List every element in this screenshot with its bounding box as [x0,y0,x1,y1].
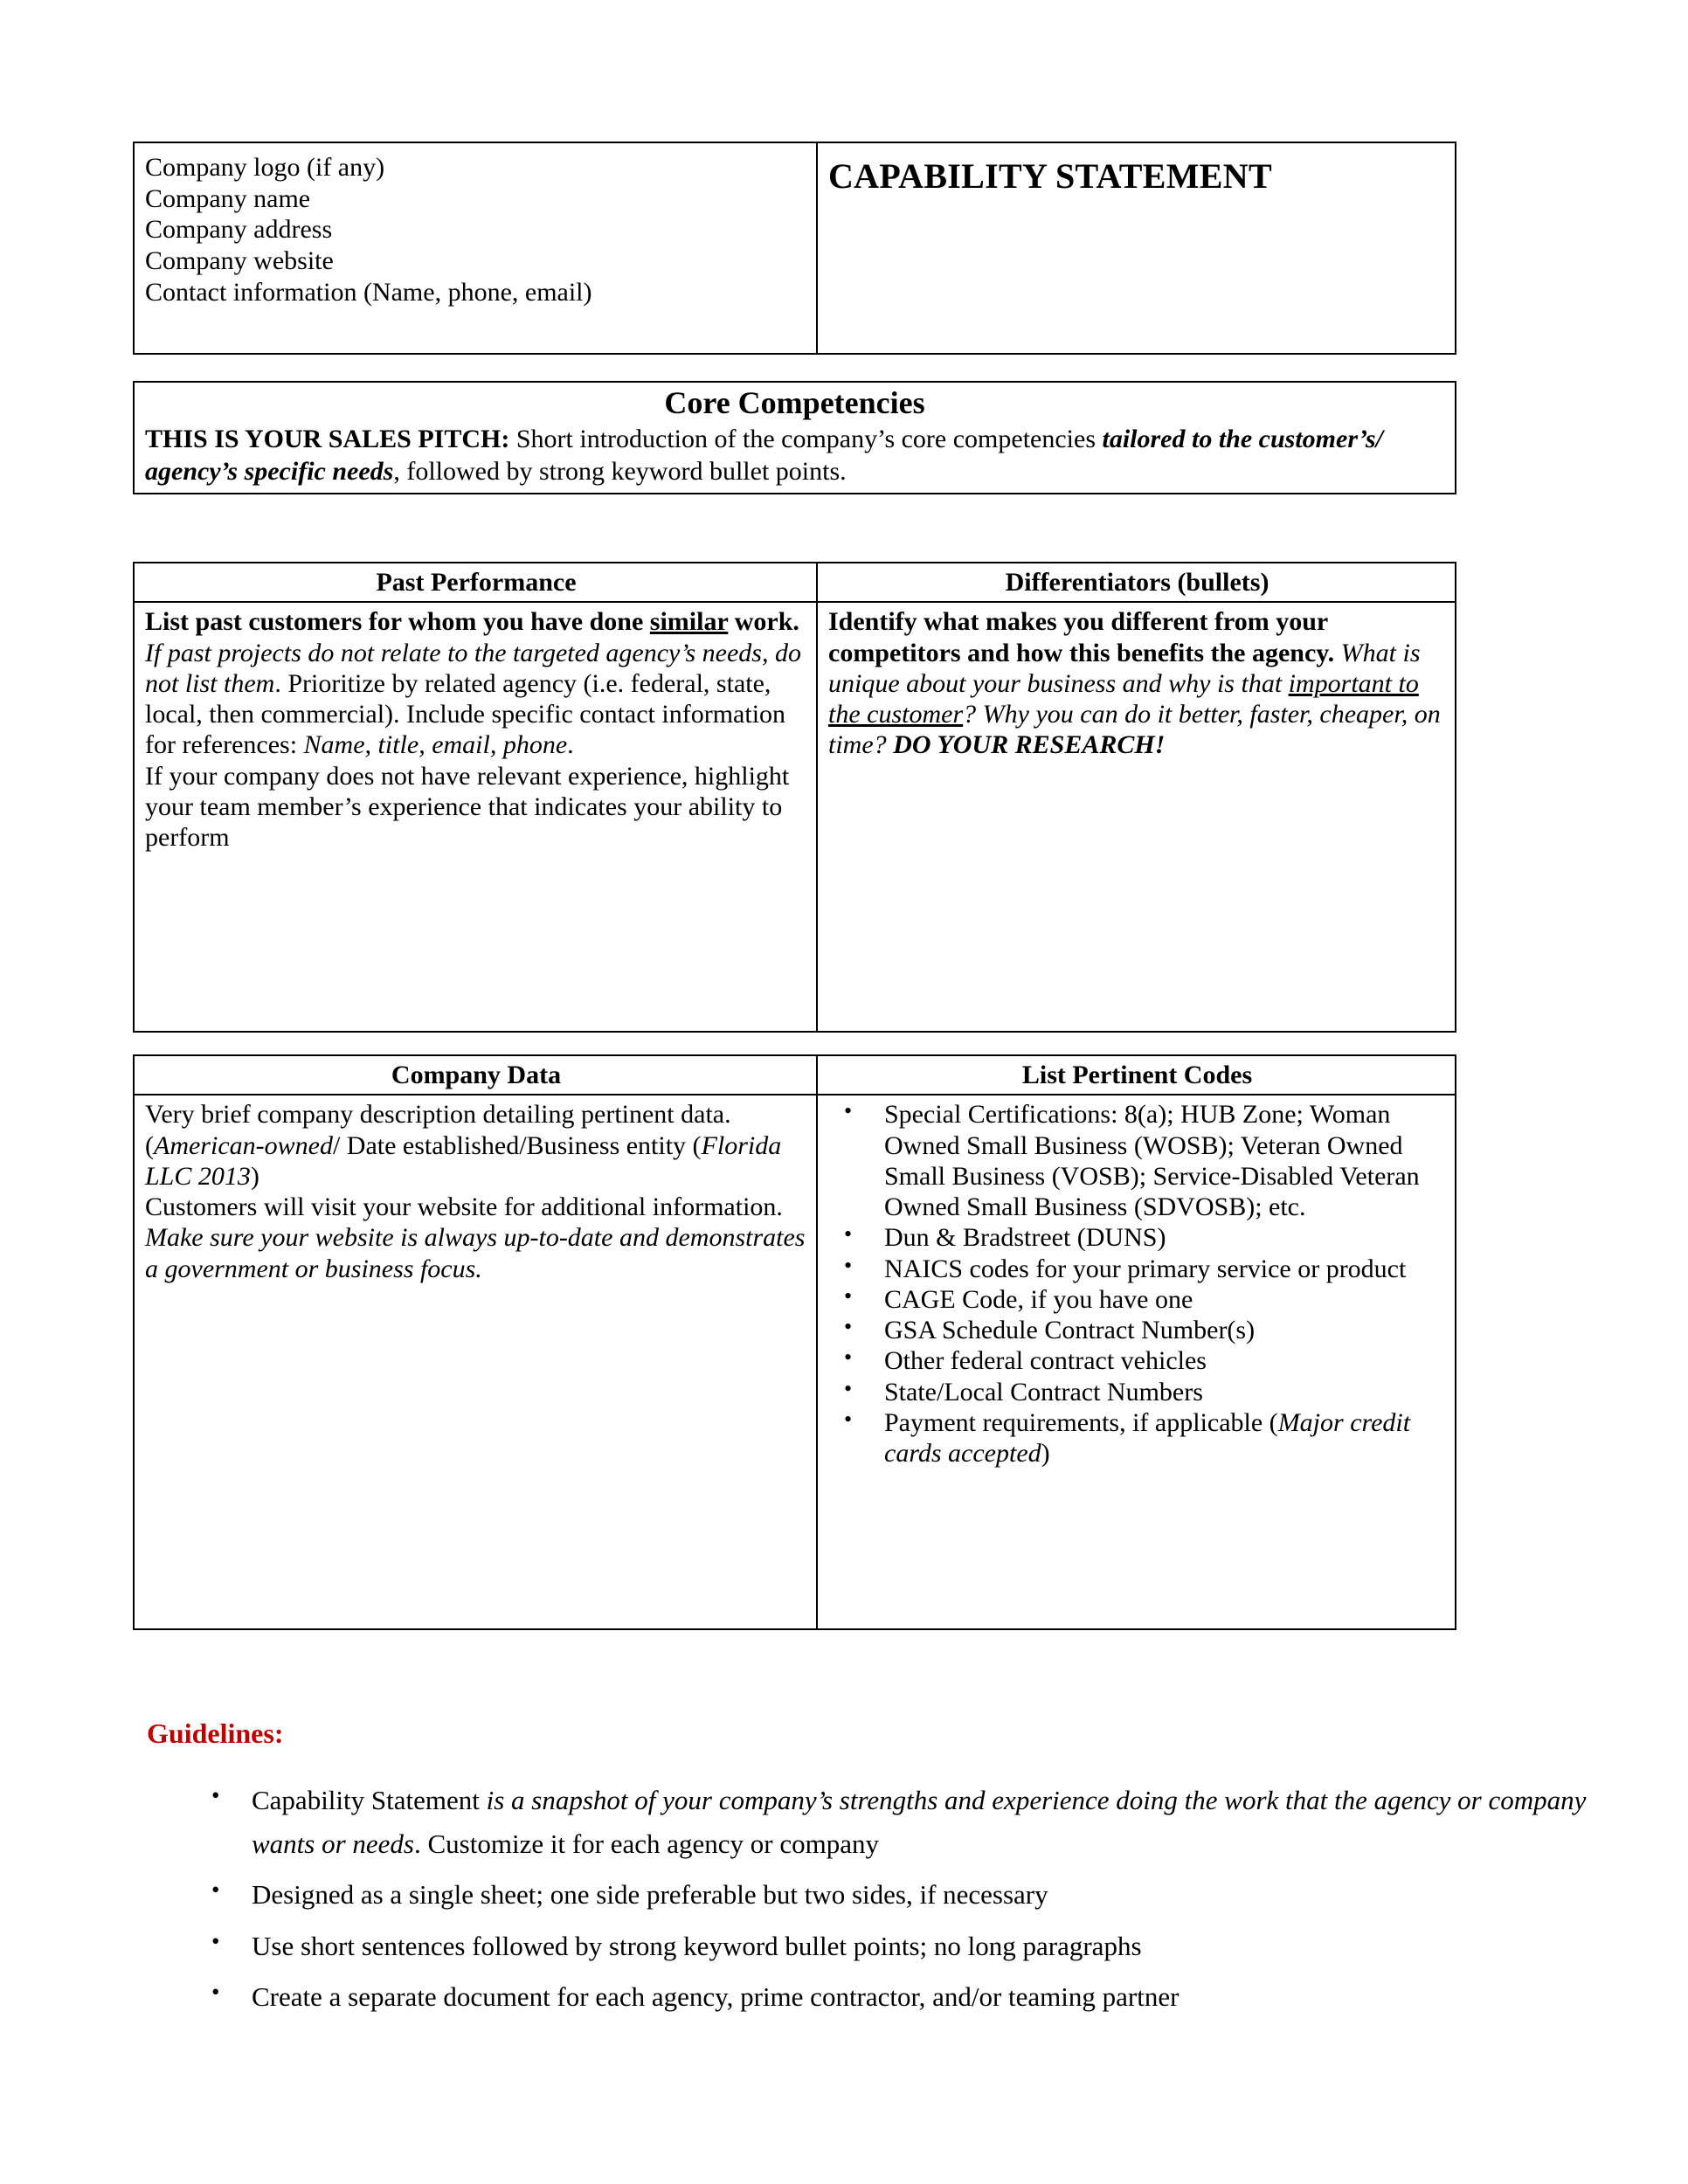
identity-line-logo: Company logo (if any) [145,153,385,182]
document-title-cell: CAPABILITY STATEMENT [816,142,1456,355]
differentiators-paragraph: Identify what makes you different from y… [828,606,1446,760]
list-item: CAGE Code, if you have one [844,1283,1446,1315]
past-performance-paragraph-1: List past customers for whom you have do… [145,606,807,760]
identity-line-contact: Contact information (Name, phone, email) [145,277,592,307]
company-data-paragraph-1: Very brief company description detailing… [145,1099,807,1192]
pp-italic-2: Name, title, email, phone [303,730,568,760]
code-item-text: NAICS codes for your primary service or … [884,1254,1407,1283]
table-row: List past customers for whom you have do… [133,601,1456,1033]
past-performance-cell: List past customers for whom you have do… [133,601,818,1033]
identity-line-website: Company website [145,246,334,276]
list-item: Use short sentences followed by strong k… [206,1923,1622,1968]
pp-lead-bold-2: work. [728,607,799,637]
code-item-text: GSA Schedule Contract Number(s) [884,1316,1256,1344]
list-item: GSA Schedule Contract Number(s) [844,1314,1446,1345]
code-item-text: State/Local Contract Numbers [884,1377,1203,1406]
pp-lead-bold-underline: similar [649,607,729,637]
guideline-plain-1: Capability Statement [252,1785,487,1815]
company-data-paragraph-2: Customers will visit your website for ad… [145,1192,807,1284]
table-header-row: Company Data List Pertinent Codes [133,1054,1456,1096]
core-competencies-heading: Core Competencies [664,385,925,420]
cd-p2-plain: Customers will visit your website for ad… [145,1192,783,1221]
identity-line-name: Company name [145,183,311,213]
cd-p2-italic: Make sure your website is always up-to-d… [145,1223,806,1283]
page-title: CAPABILITY STATEMENT [828,156,1272,196]
past-performance-paragraph-2: If your company does not have relevant e… [145,761,790,853]
company-identity-table: Company logo (if any) Company name Compa… [133,142,1456,355]
code-item-text: Payment requirements, if applicable ( [884,1407,1278,1437]
diff-lead-bold: Identify what makes you different from y… [828,607,1335,667]
identity-line-address: Company address [145,215,333,245]
list-item: Payment requirements, if applicable (Maj… [844,1406,1446,1469]
list-item: Create a separate document for each agen… [206,1973,1622,2019]
differentiators-cell: Identify what makes you different from y… [816,601,1456,1033]
company-data-heading: Company Data [133,1054,818,1096]
company-data-cell: Very brief company description detailing… [133,1094,818,1631]
table-row: Very brief company description detailing… [133,1094,1456,1631]
guideline-plain-1: Create a separate document for each agen… [252,1980,1180,2012]
cd-italic-1: American-owned [154,1130,333,1160]
sales-pitch-tail: , followed by strong keyword bullet poin… [393,456,847,486]
code-item-text: Special Certifications: 8(a); HUB Zone; … [884,1100,1420,1221]
cd-plain-3: ) [250,1161,259,1191]
company-data-codes-table: Company Data List Pertinent Codes Very b… [133,1054,1456,1631]
pertinent-codes-list: Special Certifications: 8(a); HUB Zone; … [828,1098,1446,1469]
core-competencies-body: THIS IS YOUR SALES PITCH: Short introduc… [145,424,1444,487]
code-item-text: Dun & Bradstreet (DUNS) [884,1223,1166,1253]
cd-plain-2: / Date established/Business entity ( [332,1130,702,1160]
sales-pitch-rest: Short introduction of the company’s core… [509,425,1103,454]
list-item: Dun & Bradstreet (DUNS) [844,1221,1446,1253]
list-item: Capability Statement is a snapshot of yo… [206,1777,1622,1866]
past-performance-heading: Past Performance [133,561,818,604]
guidelines-heading: Guidelines: [147,1717,284,1749]
sales-pitch-label: THIS IS YOUR SALES PITCH: [145,425,510,454]
core-competencies-cell: Core Competencies THIS IS YOUR SALES PIT… [133,380,1456,495]
guidelines-list: Capability Statement is a snapshot of yo… [206,1777,1622,2026]
list-item: Designed as a single sheet; one side pre… [206,1871,1622,1917]
diff-bold-italic: DO YOUR RESEARCH! [893,730,1166,760]
pp-lead-bold-1: List past customers for whom you have do… [145,607,650,637]
code-item-text: CAGE Code, if you have one [884,1284,1193,1314]
pertinent-codes-cell: Special Certifications: 8(a); HUB Zone; … [816,1094,1456,1631]
list-item: Special Certifications: 8(a); HUB Zone; … [844,1098,1446,1222]
code-item-close: ) [1041,1439,1050,1468]
code-item-text: Other federal contract vehicles [884,1346,1207,1376]
list-item: NAICS codes for your primary service or … [844,1252,1446,1284]
table-row: Core Competencies THIS IS YOUR SALES PIT… [133,380,1456,495]
differentiators-heading: Differentiators (bullets) [816,561,1456,604]
guideline-plain-1: Designed as a single sheet; one side pre… [252,1879,1048,1911]
pertinent-codes-heading: List Pertinent Codes [816,1054,1456,1096]
past-performance-differentiators-table: Past Performance Differentiators (bullet… [133,561,1456,1033]
list-item: Other federal contract vehicles [844,1344,1446,1376]
table-row: Company logo (if any) Company name Compa… [133,142,1456,355]
list-item: State/Local Contract Numbers [844,1375,1446,1407]
guideline-plain-2: . Customize it for each agency or compan… [414,1828,879,1860]
company-identity-cell: Company logo (if any) Company name Compa… [133,142,818,355]
guideline-plain-1: Use short sentences followed by strong k… [252,1930,1142,1961]
pp-plain-2: . [567,730,574,760]
core-competencies-table: Core Competencies THIS IS YOUR SALES PIT… [133,380,1456,495]
document-page: Company logo (if any) Company name Compa… [0,0,1688,2184]
table-header-row: Past Performance Differentiators (bullet… [133,561,1456,604]
